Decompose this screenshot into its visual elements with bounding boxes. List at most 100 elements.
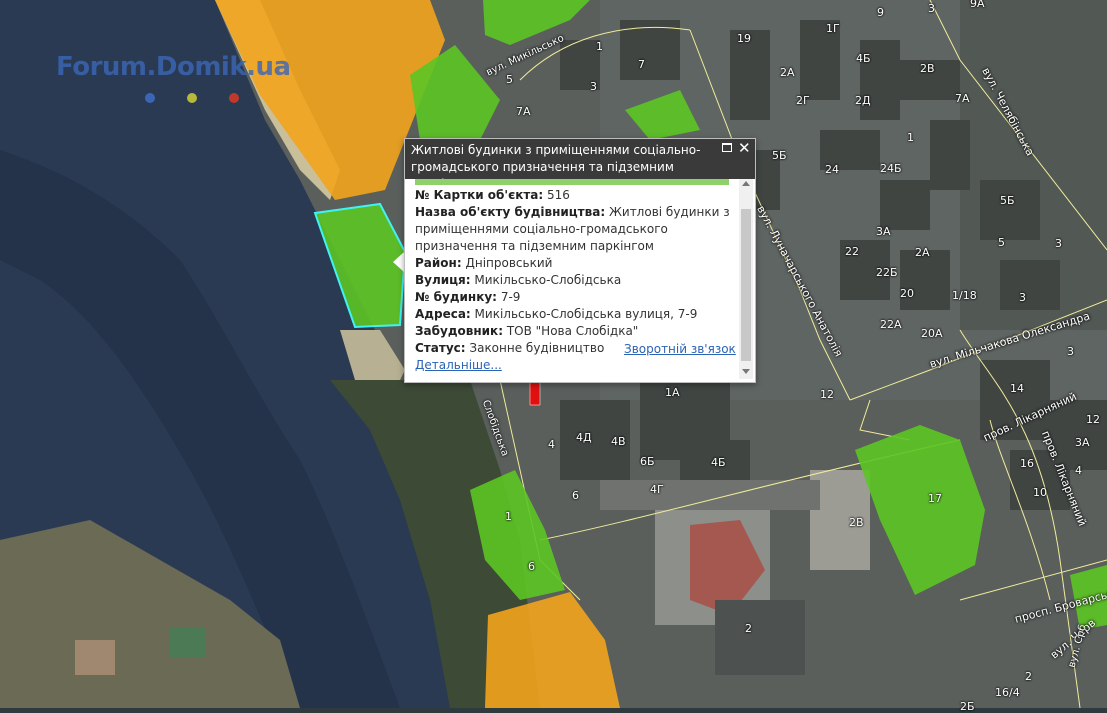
building-number: 4Б: [711, 456, 726, 469]
building-number: 24Б: [880, 162, 902, 175]
popup-details: № Картки об'єкта: 516 Назва об'єкту буді…: [415, 187, 735, 357]
maximize-icon[interactable]: [722, 143, 732, 152]
building-number: 4Б: [856, 52, 871, 65]
detail-label: № Картки об'єкта:: [415, 188, 544, 202]
building-number: 2: [1025, 670, 1032, 683]
building-number: 2Д: [855, 94, 871, 107]
building-number: 1/18: [952, 289, 977, 302]
building-number: 4: [1075, 464, 1082, 477]
building-number: 7А: [955, 92, 970, 105]
building-number: 5Б: [772, 149, 787, 162]
detail-label: Район:: [415, 256, 462, 270]
building-number: 20А: [921, 327, 943, 340]
detail-label: Забудовник:: [415, 324, 503, 338]
building-number: 17: [928, 492, 942, 505]
building-number: 9: [877, 6, 884, 19]
logo-dot-blue: [145, 93, 155, 103]
building-number: 3А: [876, 225, 891, 238]
detail-row: Район: Дніпровський: [415, 255, 735, 272]
popup-pointer: [393, 252, 404, 272]
building-number: 5: [998, 236, 1005, 249]
popup-header: Житлові будинки з приміщеннями соціально…: [405, 139, 755, 191]
detail-value: Дніпровський: [465, 256, 553, 270]
object-info-popup: Житлові будинки з приміщеннями соціально…: [404, 138, 756, 383]
building-number: 2А: [780, 66, 795, 79]
building-number: 20: [900, 287, 914, 300]
detail-label: № будинку:: [415, 290, 497, 304]
detail-label: Адреса:: [415, 307, 471, 321]
building-number: 24: [825, 163, 839, 176]
building-number: 22А: [880, 318, 902, 331]
building-number: 6: [572, 489, 579, 502]
building-number: 4Г: [650, 483, 664, 496]
building-number: 16: [1020, 457, 1034, 470]
building-number: 5: [506, 73, 513, 86]
detail-label: Назва об'єкту будівництва:: [415, 205, 606, 219]
building-number: 5Б: [1000, 194, 1015, 207]
detail-row: Назва об'єкту будівництва: Житлові будин…: [415, 204, 735, 255]
scroll-thumb[interactable]: [741, 209, 751, 361]
building-number: 6Б: [640, 455, 655, 468]
building-number: 12: [820, 388, 834, 401]
building-number: 4: [548, 438, 555, 451]
detail-row: № будинку: 7-9: [415, 289, 735, 306]
building-number: 4В: [611, 435, 626, 448]
building-number: 2: [745, 622, 752, 635]
building-number: 3А: [1075, 436, 1090, 449]
sport-field-1: [75, 640, 115, 675]
building-number: 9А: [970, 0, 985, 10]
building-number: 12: [1086, 413, 1100, 426]
scroll-down-arrow-icon[interactable]: [742, 369, 750, 374]
building-number: 22: [845, 245, 859, 258]
building-number: 2В: [849, 516, 864, 529]
building-number: 2А: [915, 246, 930, 259]
more-details-link[interactable]: Детальніше...: [415, 358, 502, 372]
logo-dots: [145, 88, 271, 107]
detail-value: 516: [547, 188, 570, 202]
logo-dot-red: [229, 93, 239, 103]
building-number: 1: [907, 131, 914, 144]
detail-row: Адреса: Микільсько-Слобідська вулиця, 7-…: [415, 306, 735, 323]
building-number: 4Д: [576, 431, 592, 444]
building-number: 2Б: [960, 700, 975, 713]
detail-value: Микільсько-Слобідська вулиця, 7-9: [474, 307, 698, 321]
building-number: 1А: [665, 386, 680, 399]
close-icon[interactable]: ✕: [738, 139, 751, 157]
building-number: 10: [1033, 486, 1047, 499]
building-number: 14: [1010, 382, 1024, 395]
sport-field-2: [170, 628, 205, 658]
building-number: 3: [1067, 345, 1074, 358]
building-number: 16/4: [995, 686, 1020, 699]
building-number: 22Б: [876, 266, 898, 279]
building-number: 6: [528, 560, 535, 573]
detail-row: № Картки об'єкта: 516: [415, 187, 735, 204]
scroll-up-arrow-icon[interactable]: [742, 181, 750, 186]
building-number: 1: [596, 40, 603, 53]
building-number: 7: [638, 58, 645, 71]
building-number: 2Г: [796, 94, 810, 107]
building-number: 1Г: [826, 22, 840, 35]
building-number: 3: [1019, 291, 1026, 304]
building-number: 3: [1055, 237, 1062, 250]
detail-row: Забудовник: ТОВ "Нова Слобідка": [415, 323, 735, 340]
popup-title: Житлові будинки з приміщеннями соціально…: [411, 143, 701, 191]
detail-value: Микільсько-Слобідська: [474, 273, 622, 287]
feedback-link[interactable]: Зворотній зв'язок: [624, 342, 736, 356]
arena-building: [715, 600, 805, 675]
detail-value: Законне будівництво: [469, 341, 605, 355]
detail-label: Вулиця:: [415, 273, 471, 287]
building-number: 2В: [920, 62, 935, 75]
detail-label: Статус:: [415, 341, 466, 355]
forum-domik-logo: Forum.Domik.ua: [56, 52, 291, 82]
logo-dot-yellow: [187, 93, 197, 103]
building-number: 3: [928, 2, 935, 15]
popup-status-bar: [415, 179, 729, 185]
building-number: 1: [505, 510, 512, 523]
popup-scrollbar[interactable]: [739, 179, 753, 379]
building-number: 3: [590, 80, 597, 93]
building-number: 19: [737, 32, 751, 45]
detail-row: Вулиця: Микільсько-Слобідська: [415, 272, 735, 289]
building-number: 7А: [516, 105, 531, 118]
plaza: [600, 480, 820, 510]
detail-value: 7-9: [500, 290, 521, 304]
